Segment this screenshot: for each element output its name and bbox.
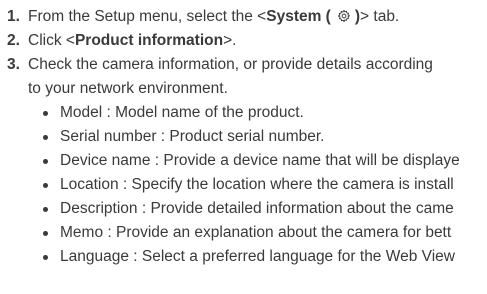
step-number: 3. bbox=[7, 56, 20, 73]
system-tab-label: System ( bbox=[266, 8, 331, 25]
list-item: Serial number : Product serial number. bbox=[42, 125, 487, 149]
step-text-suffix: > tab. bbox=[360, 8, 400, 25]
list-item: Location : Specify the location where th… bbox=[42, 173, 487, 197]
field-description-list: Model : Model name of the product. Seria… bbox=[28, 101, 487, 269]
step-text-line-2: to your network environment. bbox=[28, 80, 228, 97]
instruction-document: 1. From the Setup menu, select the <Syst… bbox=[7, 5, 487, 269]
gear-icon bbox=[337, 9, 351, 23]
list-item: Memo : Provide an explanation about the … bbox=[42, 221, 487, 245]
step-text-prefix: From the Setup menu, select the < bbox=[28, 8, 267, 25]
step-2: 2. Click <Product information>. bbox=[7, 29, 487, 53]
step-1: 1. From the Setup menu, select the <Syst… bbox=[7, 5, 487, 29]
step-text-line-1: Check the camera information, or provide… bbox=[28, 56, 433, 73]
step-3: 3. Check the camera information, or prov… bbox=[7, 53, 487, 269]
product-information-label: Product information bbox=[74, 32, 224, 49]
step-number: 2. bbox=[7, 32, 20, 49]
list-item: Device name : Provide a device name that… bbox=[42, 149, 487, 173]
step-text-prefix: Click < bbox=[28, 32, 75, 49]
step-text-suffix: >. bbox=[223, 32, 237, 49]
list-item: Model : Model name of the product. bbox=[42, 101, 487, 125]
list-item: Description : Provide detailed informati… bbox=[42, 197, 487, 221]
list-item: Language : Select a preferred language f… bbox=[42, 245, 487, 269]
step-number: 1. bbox=[7, 8, 20, 25]
